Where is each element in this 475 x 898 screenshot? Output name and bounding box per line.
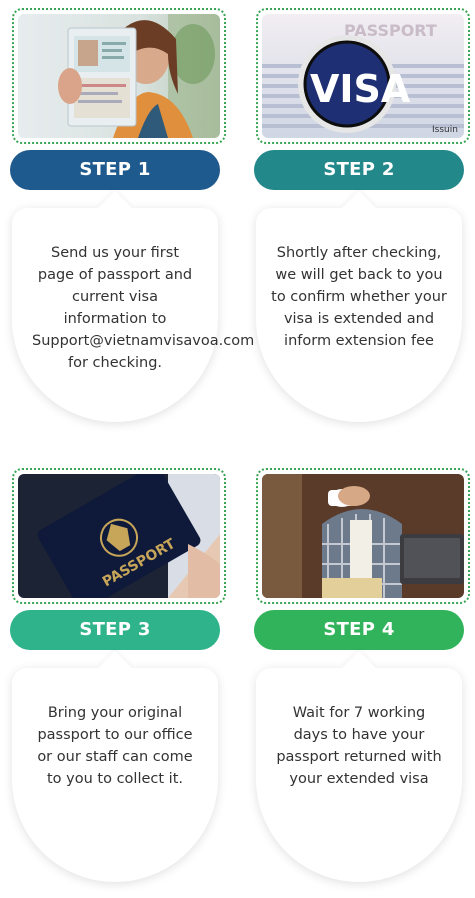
person-holding-passport-photo [18,14,220,138]
step-2-card: Shortly after checking, we will get back… [256,191,462,422]
step-3-label: STEP 3 [10,610,220,650]
card-notch [342,651,376,685]
step-4-label: STEP 4 [254,610,464,650]
card-notch [98,651,132,685]
svg-text:Issuin: Issuin [432,125,458,135]
svg-text:VISA: VISA [310,67,411,111]
step-1-label: STEP 1 [10,150,220,190]
photo-frame-4 [256,468,470,604]
step-3-card: Bring your original passport to our offi… [12,651,218,882]
photo-frame-3: PASSPORT [12,468,226,604]
step-4-card: Wait for 7 working days to have your pas… [256,651,462,882]
card-notch [342,191,376,225]
step-3-description: Bring your original passport to our offi… [37,705,193,787]
card-notch [98,191,132,225]
passport-hand-photo: PASSPORT [18,474,220,598]
step-1-card: Send us your first page of passport and … [12,191,255,422]
man-with-coffee-laptop-photo [262,474,464,598]
step-1-description: Send us your first page of passport and … [32,245,255,371]
photo-frame-2: PASSPORT VISA Issuin [256,8,470,144]
step-4-description: Wait for 7 working days to have your pas… [276,705,442,787]
step-2-description: Shortly after checking, we will get back… [271,245,447,349]
photo-frame-1 [12,8,226,144]
step-2-label: STEP 2 [254,150,464,190]
visa-magnifier-photo: PASSPORT VISA Issuin [262,14,464,138]
